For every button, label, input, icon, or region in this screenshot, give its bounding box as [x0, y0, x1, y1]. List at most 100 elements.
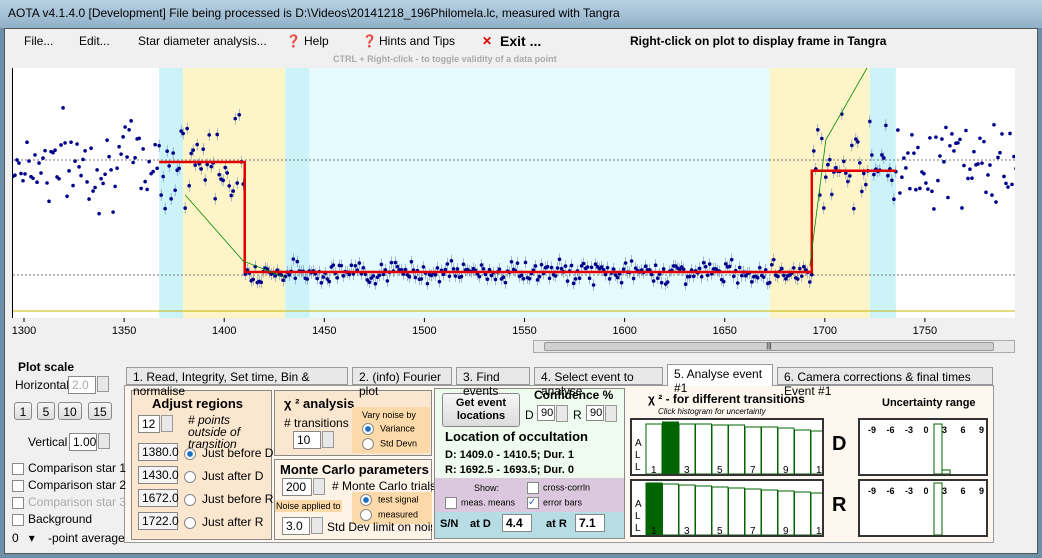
cross-corr-checkbox[interactable]: cross-corrln	[527, 482, 590, 494]
tab-6[interactable]: 6. Camera corrections & final times Even…	[777, 367, 993, 398]
vertical-scale-input[interactable]: 1.00	[69, 433, 97, 451]
menu-edit[interactable]: Edit...	[79, 34, 110, 48]
data-point	[225, 171, 230, 175]
uncertainty-tick: 9	[979, 486, 984, 496]
points-spinner[interactable]	[161, 415, 173, 432]
get-event-locations-button[interactable]: Get event locations	[442, 393, 520, 427]
tab-5[interactable]: 5. Analyse event #1	[667, 364, 773, 395]
region-input[interactable]: 1430.0	[138, 466, 179, 484]
vertical-spinner[interactable]	[98, 433, 110, 449]
scale-button-5[interactable]: 5	[37, 402, 55, 420]
menu-help[interactable]: Help	[304, 34, 329, 48]
menu-hints[interactable]: Hints and Tips	[379, 34, 455, 48]
data-point	[906, 151, 910, 155]
checkbox-comparison-star-1[interactable]: Comparison star 1	[12, 461, 126, 475]
chi-histogram-r[interactable]: ALL1357911	[630, 479, 824, 537]
data-point	[143, 179, 147, 184]
data-point	[591, 283, 596, 287]
data-point	[23, 172, 27, 176]
tab-3[interactable]: 3. Find events	[456, 367, 530, 398]
data-point	[703, 264, 708, 269]
data-point	[189, 151, 193, 156]
checkbox-background[interactable]: Background	[12, 512, 92, 526]
sd-limit-input[interactable]: 3.0	[282, 517, 310, 535]
menu-exit[interactable]: Exit ...	[500, 33, 541, 49]
data-point	[221, 178, 226, 183]
plot-scale-title: Plot scale	[18, 360, 75, 374]
location-title: Location of occultation	[445, 429, 588, 444]
d-location: D: 1409.0 - 1410.5; Dur. 1	[445, 449, 575, 461]
data-point	[986, 173, 990, 177]
conf-d-spinner[interactable]	[556, 405, 568, 422]
data-point	[557, 257, 562, 262]
transitions-input[interactable]: 10	[293, 431, 321, 449]
data-point	[103, 172, 107, 177]
checkbox-comparison-star-3[interactable]: Comparison star 3	[12, 495, 126, 509]
light-curve-plot[interactable]	[12, 68, 1015, 318]
data-point	[153, 142, 157, 147]
stddev-radio[interactable]: Std Devn	[362, 438, 417, 450]
tab-2[interactable]: 2. (info) Fourier plot	[352, 367, 452, 398]
tab-4[interactable]: 4. Select event to analyse	[534, 367, 663, 398]
data-point	[419, 277, 424, 281]
points-outside-input[interactable]: 12	[138, 415, 160, 433]
data-point	[589, 265, 594, 270]
meas-means-checkbox[interactable]: meas. means	[445, 497, 515, 509]
region-input[interactable]: 1722.0	[138, 512, 179, 530]
data-point	[807, 280, 812, 284]
trials-spinner[interactable]	[313, 478, 325, 495]
menu-file[interactable]: File...	[24, 34, 53, 48]
data-point	[321, 275, 326, 279]
radio-icon	[184, 493, 196, 506]
cross-corr-label: cross-corrln	[543, 482, 591, 493]
data-point	[691, 274, 696, 279]
region-input[interactable]: 1380.0	[138, 443, 179, 461]
data-point	[902, 156, 906, 160]
help-icon: ❓	[362, 34, 377, 48]
data-point	[37, 161, 41, 165]
region-radio[interactable]: Just before D	[184, 446, 273, 460]
transitions-spinner[interactable]	[322, 431, 334, 448]
variance-radio[interactable]: Variance	[362, 423, 415, 435]
data-point	[81, 157, 85, 162]
chi-bar	[794, 491, 811, 535]
chi-histogram-d[interactable]: ALL1357911	[630, 418, 824, 476]
sd-spinner[interactable]	[311, 517, 323, 534]
horizontal-scale-input[interactable]: 2.0	[68, 376, 96, 394]
scale-button-1[interactable]: 1	[14, 402, 32, 420]
data-point	[848, 174, 852, 178]
data-point	[761, 275, 766, 279]
point-average-select[interactable]: 0 ▾	[12, 531, 35, 545]
data-point	[643, 264, 648, 268]
data-point	[341, 274, 346, 278]
test-signal-radio[interactable]: test signal	[360, 494, 419, 506]
error-bars-checkbox[interactable]: ✓ error bars	[527, 497, 582, 509]
region-input[interactable]: 1672.0	[138, 489, 179, 507]
uncertainty-histogram-r[interactable]: -9 -6 -3 0 3 6 9	[858, 479, 988, 537]
data-point	[956, 141, 960, 145]
title-bar: AOTA v4.1.4.0 [Development] File being p…	[0, 0, 1042, 28]
chi-bar	[695, 485, 712, 535]
region-radio[interactable]: Just after D	[184, 469, 263, 483]
point-average-label: -point average	[48, 531, 125, 545]
tab-1[interactable]: 1. Read, Integrity, Set time, Bin & norm…	[126, 367, 348, 398]
data-point	[940, 137, 944, 141]
data-point	[655, 276, 660, 280]
uncertainty-tick: 3	[942, 486, 947, 496]
conf-r-spinner[interactable]	[605, 405, 617, 422]
checkbox-comparison-star-2[interactable]: Comparison star 2	[12, 478, 126, 492]
noise-applied-label: Noise applied to	[275, 500, 342, 512]
conf-r-input[interactable]: 90	[586, 405, 604, 421]
trials-input[interactable]: 200	[282, 478, 312, 496]
uncertainty-histogram-d[interactable]: -9 -6 -3 0 3 6 9	[858, 418, 988, 476]
scale-button-15[interactable]: 15	[88, 402, 112, 420]
region-radio[interactable]: Just after R	[184, 515, 263, 529]
plot-scrollbar[interactable]: |||	[533, 340, 1015, 353]
conf-d-input[interactable]: 90	[537, 405, 555, 421]
uncertainty-tick: -9	[868, 486, 876, 496]
region-radio[interactable]: Just before R	[184, 492, 273, 506]
scale-button-10[interactable]: 10	[58, 402, 82, 420]
horizontal-spinner[interactable]	[97, 376, 109, 392]
menu-star-diameter[interactable]: Star diameter analysis...	[138, 34, 267, 48]
data-point	[619, 280, 624, 285]
